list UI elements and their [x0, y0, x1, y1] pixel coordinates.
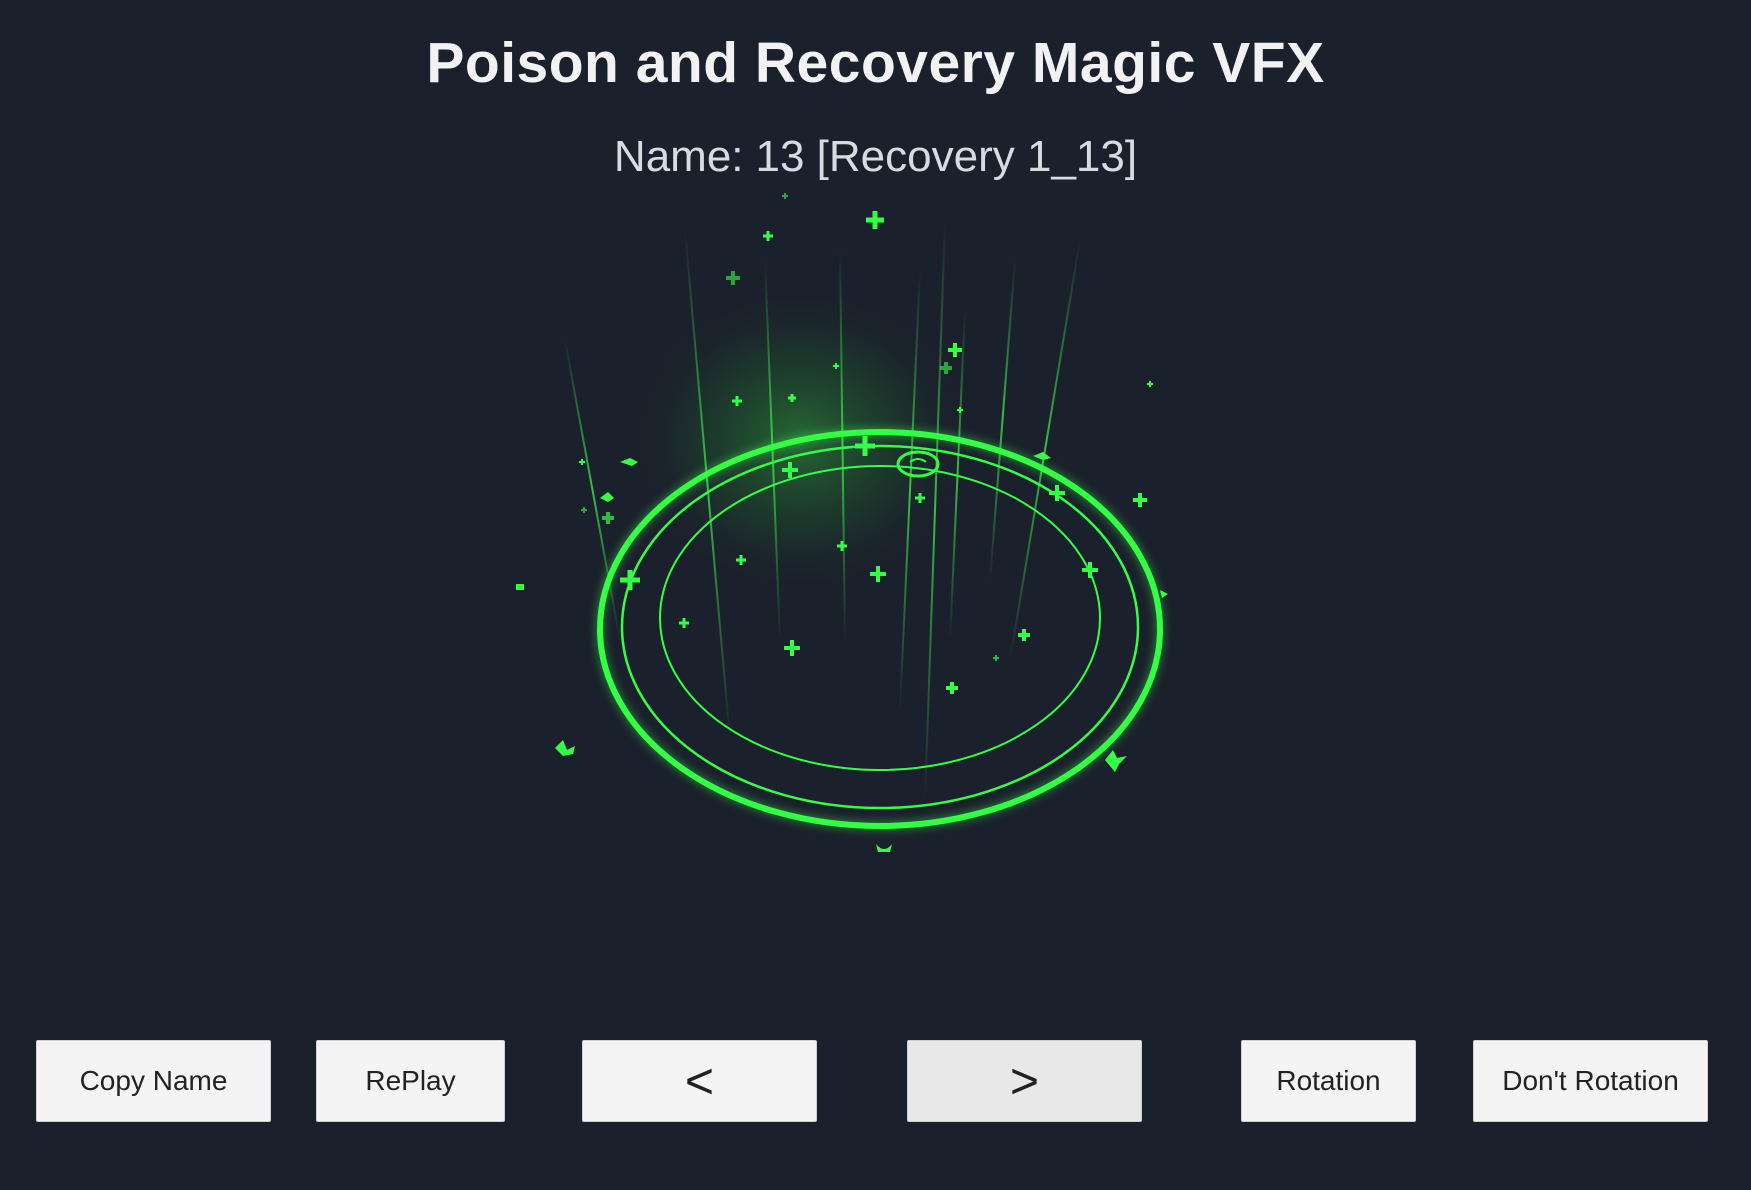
- effect-name-display: Name: 13 [Recovery 1_13]: [0, 132, 1751, 182]
- rotation-button[interactable]: Rotation: [1241, 1040, 1416, 1122]
- recovery-magic-circle-icon: [516, 193, 1168, 852]
- replay-button[interactable]: RePlay: [316, 1040, 505, 1122]
- next-effect-button[interactable]: >: [907, 1040, 1142, 1122]
- dont-rotation-button[interactable]: Don't Rotation: [1473, 1040, 1708, 1122]
- previous-effect-button[interactable]: <: [582, 1040, 817, 1122]
- page-title: Poison and Recovery Magic VFX: [426, 31, 1325, 95]
- vfx-preview-screen: Poison and Recovery Magic VFX Name: 13 [R…: [0, 0, 1751, 1190]
- copy-name-button[interactable]: Copy Name: [36, 1040, 271, 1122]
- effect-name-value: 13 [Recovery 1_13]: [755, 132, 1138, 181]
- effect-name-label: Name:: [613, 132, 744, 181]
